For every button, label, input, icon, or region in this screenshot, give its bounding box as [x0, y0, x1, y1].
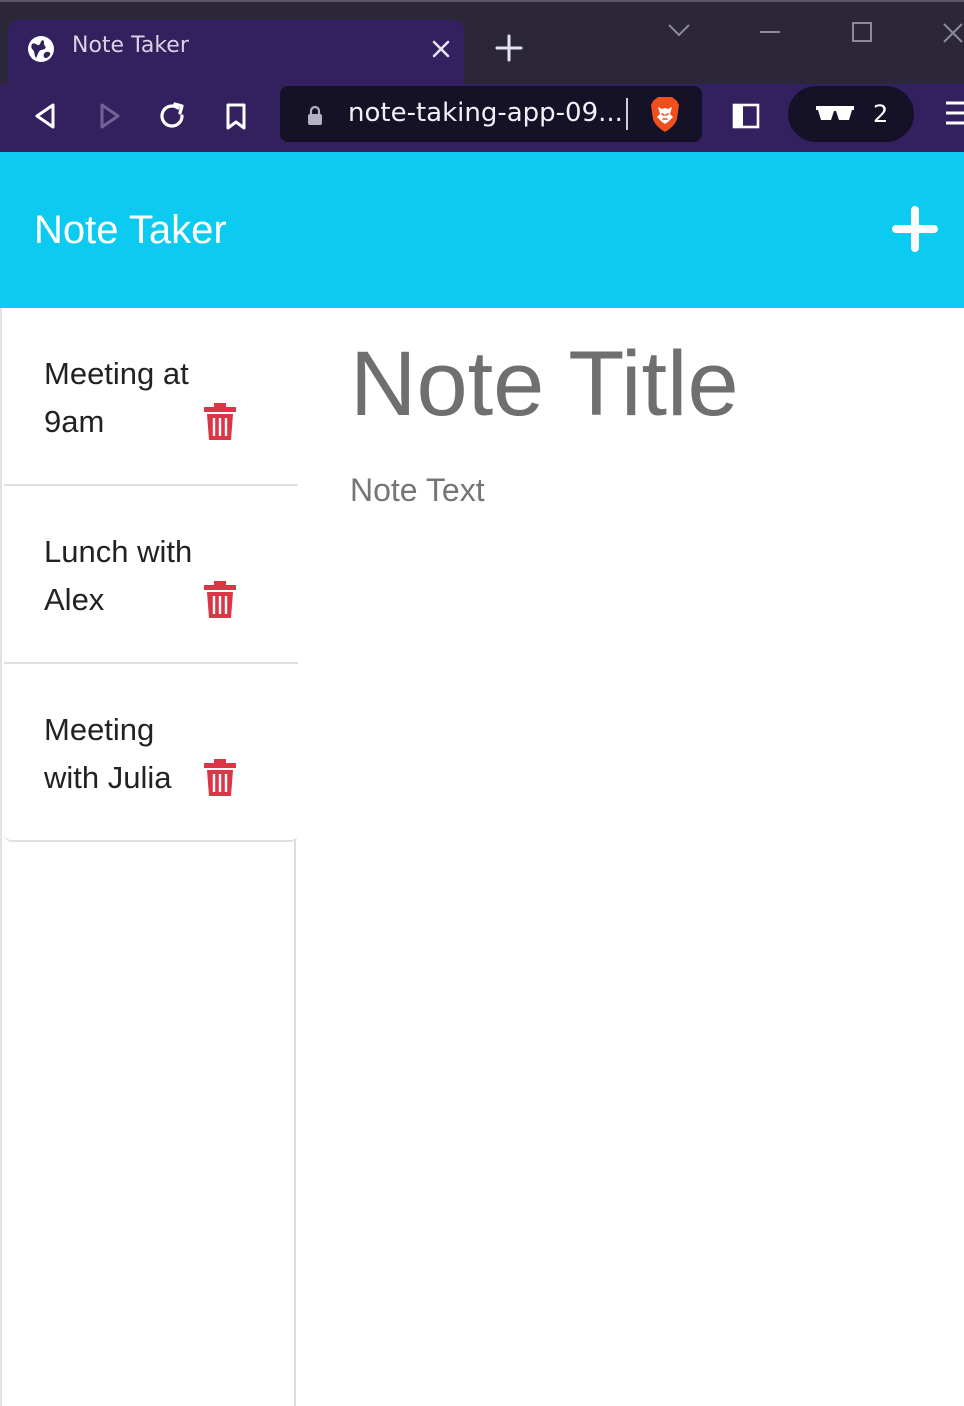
note-text-area[interactable]: Note Text [350, 472, 485, 509]
app-navbar: Note Taker [0, 152, 964, 308]
app-brand[interactable]: Note Taker [34, 208, 227, 253]
tab-search-icon[interactable] [664, 20, 694, 40]
window-close-icon[interactable] [938, 18, 964, 46]
maximize-icon[interactable] [848, 18, 876, 46]
note-editor: Note Title Note Text [298, 308, 964, 1406]
globe-icon [28, 36, 54, 62]
note-list-item[interactable]: Meeting with Julia [4, 664, 298, 842]
note-list-item-title[interactable]: Lunch with Alex [44, 528, 214, 624]
back-icon[interactable] [26, 96, 66, 136]
window-top-border [0, 0, 964, 2]
note-list-item-title[interactable]: Meeting at 9am [44, 350, 214, 446]
private-glasses-icon [816, 106, 854, 120]
url-separator [626, 98, 628, 130]
note-list-item[interactable]: Meeting at 9am [4, 308, 298, 486]
browser-tab-active[interactable]: Note Taker [8, 20, 464, 84]
lock-icon[interactable] [304, 104, 326, 126]
new-tab-icon[interactable] [494, 33, 524, 63]
private-tab-count: 2 [873, 100, 889, 128]
browser-toolbar: note-taking-app-09... 2 [0, 84, 964, 152]
url-text[interactable]: note-taking-app-09... [348, 98, 623, 128]
note-list-item[interactable]: Lunch with Alex [4, 486, 298, 664]
minimize-icon[interactable] [756, 22, 784, 42]
trash-icon[interactable] [202, 402, 238, 442]
private-window-indicator[interactable]: 2 [788, 86, 914, 142]
menu-icon[interactable] [940, 98, 964, 128]
sidebar-icon[interactable] [726, 96, 766, 136]
trash-icon[interactable] [202, 758, 238, 798]
note-title-input[interactable]: Note Title [350, 332, 739, 437]
brave-shields-icon[interactable] [648, 95, 682, 133]
reload-icon[interactable] [152, 96, 192, 136]
note-list: Meeting at 9am Lunch with Alex Meeting w… [0, 308, 298, 1406]
note-list-item-title[interactable]: Meeting with Julia [44, 706, 214, 802]
bookmark-icon[interactable] [216, 96, 256, 136]
tab-strip: Note Taker [0, 0, 964, 84]
address-bar[interactable]: note-taking-app-09... [280, 86, 702, 142]
tab-title: Note Taker [72, 33, 189, 58]
forward-icon[interactable] [90, 96, 130, 136]
close-tab-icon[interactable] [429, 37, 453, 61]
trash-icon[interactable] [202, 580, 238, 620]
new-note-plus-icon[interactable] [890, 204, 940, 254]
